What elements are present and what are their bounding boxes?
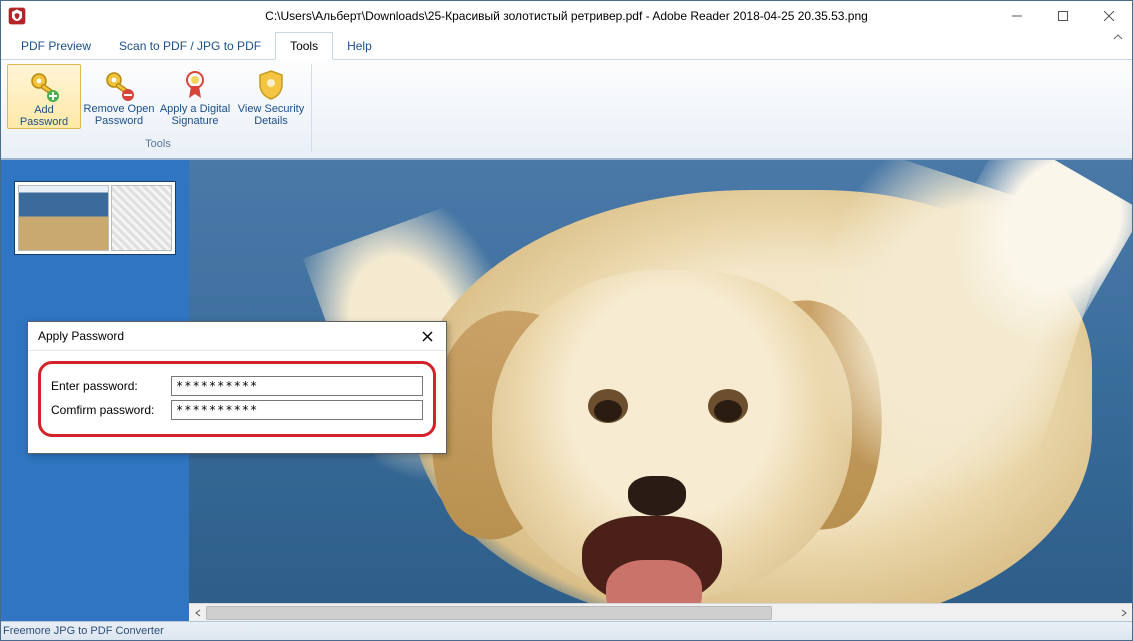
dialog-body: Enter password: Comfirm password: bbox=[28, 351, 446, 453]
statusbar: Freemore JPG to PDF Converter bbox=[1, 621, 1132, 640]
tab-help[interactable]: Help bbox=[333, 33, 386, 59]
ribbon-group-label: Tools bbox=[145, 138, 171, 150]
minimize-icon bbox=[1012, 11, 1022, 21]
key-add-icon bbox=[27, 69, 61, 103]
close-icon bbox=[1104, 11, 1114, 21]
ribbon-signature-icon bbox=[178, 68, 212, 102]
dialog-close-button[interactable] bbox=[414, 326, 440, 346]
enter-password-label: Enter password: bbox=[51, 379, 171, 393]
app-pdf-icon bbox=[7, 6, 27, 26]
remove-open-password-button[interactable]: Remove Open Password bbox=[81, 64, 157, 129]
confirm-password-label: Comfirm password: bbox=[51, 403, 171, 417]
apply-password-dialog: Apply Password Enter password: Comfirm p… bbox=[27, 321, 447, 454]
add-password-label: Add Password bbox=[10, 104, 78, 128]
thumbnail-transparency-icon bbox=[111, 185, 172, 251]
apply-digital-signature-label: Apply a Digital Signature bbox=[159, 103, 231, 127]
maximize-icon bbox=[1058, 11, 1068, 21]
close-button[interactable] bbox=[1086, 1, 1132, 31]
maximize-button[interactable] bbox=[1040, 1, 1086, 31]
view-security-details-label: View Security Details bbox=[235, 103, 307, 127]
confirm-password-input[interactable] bbox=[171, 400, 423, 420]
scrollbar-thumb[interactable] bbox=[206, 606, 772, 620]
remove-open-password-label: Remove Open Password bbox=[83, 103, 155, 127]
app-window: C:\Users\Альберт\Downloads\25-Красивый з… bbox=[0, 0, 1133, 641]
ribbon-tools: Add Password Remove Open Password bbox=[1, 60, 1132, 159]
collapse-ribbon-chevron-icon[interactable] bbox=[1110, 31, 1126, 43]
add-password-button[interactable]: Add Password bbox=[7, 64, 81, 129]
apply-digital-signature-button[interactable]: Apply a Digital Signature bbox=[157, 64, 233, 129]
chevron-right-icon bbox=[1120, 609, 1128, 617]
dialog-title: Apply Password bbox=[38, 329, 124, 343]
dialog-titlebar[interactable]: Apply Password bbox=[28, 322, 446, 351]
minimize-button[interactable] bbox=[994, 1, 1040, 31]
enter-password-input[interactable] bbox=[171, 376, 423, 396]
titlebar: C:\Users\Альберт\Downloads\25-Красивый з… bbox=[1, 1, 1132, 31]
shield-icon bbox=[254, 68, 288, 102]
scroll-left-button[interactable] bbox=[189, 604, 206, 621]
tab-pdf-preview[interactable]: PDF Preview bbox=[7, 33, 105, 59]
menu-tabbar: PDF Preview Scan to PDF / JPG to PDF Too… bbox=[1, 31, 1132, 60]
key-remove-icon bbox=[102, 68, 136, 102]
tab-tools[interactable]: Tools bbox=[275, 32, 333, 60]
ribbon-group-tools: Add Password Remove Open Password bbox=[5, 64, 312, 152]
scroll-right-button[interactable] bbox=[1115, 604, 1132, 621]
annotation-highlight: Enter password: Comfirm password: bbox=[38, 361, 436, 437]
view-security-details-button[interactable]: View Security Details bbox=[233, 64, 309, 129]
status-text: Freemore JPG to PDF Converter bbox=[3, 625, 164, 637]
page-thumbnail-1[interactable] bbox=[15, 182, 175, 254]
chevron-left-icon bbox=[194, 609, 202, 617]
window-title: C:\Users\Альберт\Downloads\25-Красивый з… bbox=[1, 9, 1132, 23]
scrollbar-track[interactable] bbox=[206, 604, 1115, 621]
close-icon bbox=[422, 331, 433, 342]
horizontal-scrollbar[interactable] bbox=[189, 603, 1132, 621]
window-controls bbox=[994, 1, 1132, 31]
tab-scan-to-pdf[interactable]: Scan to PDF / JPG to PDF bbox=[105, 33, 275, 59]
thumbnail-image-icon bbox=[18, 185, 109, 251]
